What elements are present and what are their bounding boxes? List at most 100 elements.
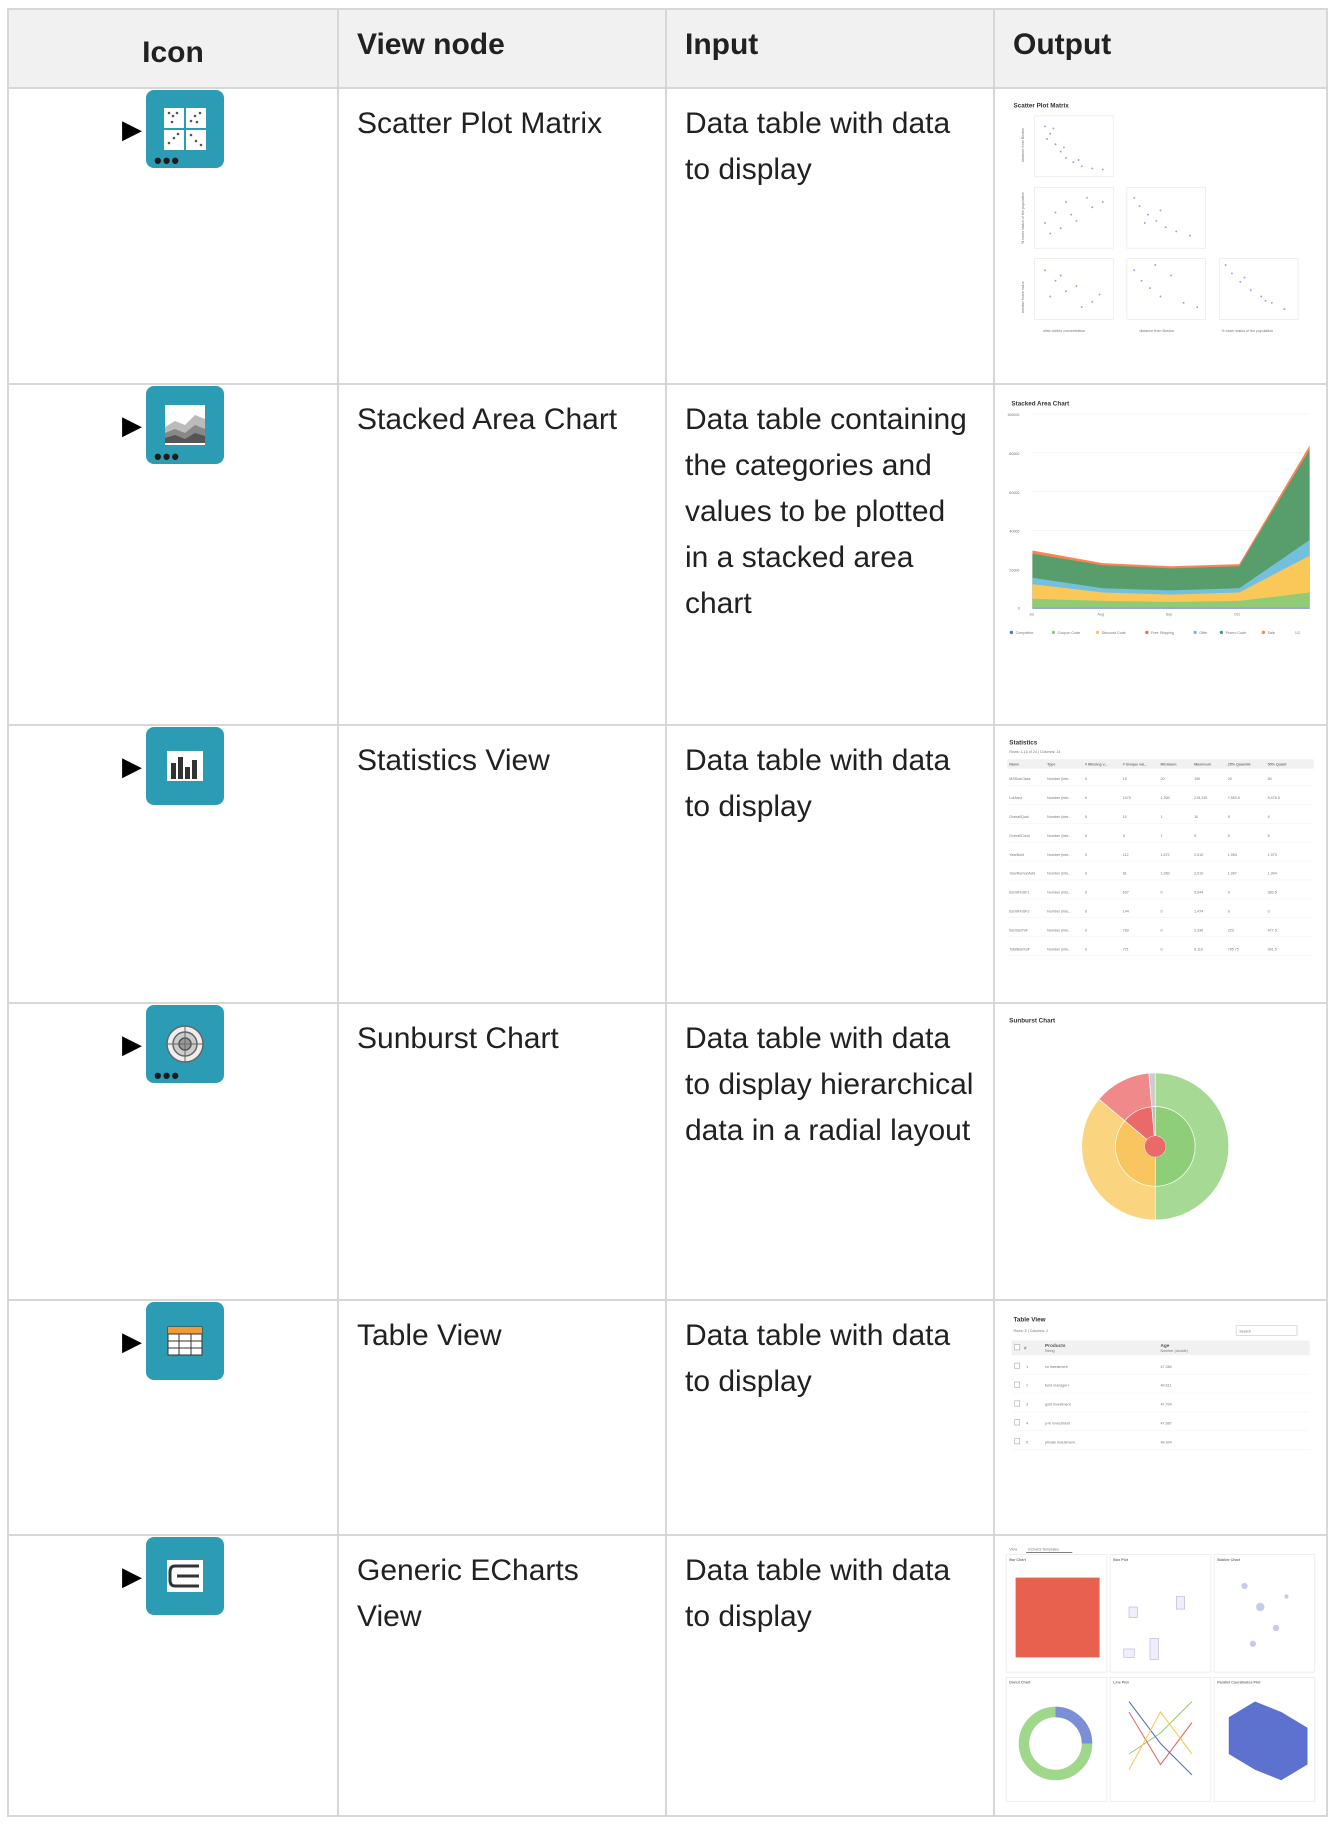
stats-cell: 20	[1161, 777, 1165, 781]
stacked-area-thumbnail: Stacked Area Chart 100000 80000 60000 40…	[1003, 393, 1318, 645]
thumb-subtitle: Rows: 1-10 of 24 | Columns: 14	[1009, 750, 1060, 754]
stats-column-header[interactable]: # Missing v...	[1085, 763, 1108, 767]
header-icon: Icon	[7, 8, 339, 89]
stats-cell: 991.5	[1268, 947, 1277, 951]
products-cell: p+b investment	[1045, 1422, 1070, 1426]
stats-cell: 0	[1085, 891, 1087, 895]
thumb-x-label: distance from Boston	[1140, 329, 1174, 333]
row-index: 4	[1026, 1422, 1028, 1426]
output-cell: Sunburst Chart	[993, 1002, 1328, 1301]
tab-view[interactable]: View	[1009, 1547, 1017, 1551]
thumb-y-label: % lower status of the population	[1021, 192, 1025, 244]
table-icon[interactable]	[146, 1302, 224, 1380]
play-arrow-icon: ▶	[122, 1561, 142, 1591]
stats-cell: 1,994	[1268, 872, 1277, 876]
stats-cell: 223	[1228, 928, 1234, 932]
stats-cell: 477.5	[1268, 928, 1277, 932]
statistics-icon[interactable]	[146, 727, 224, 805]
stats-cell: 0	[1085, 834, 1087, 838]
icon-cell: ▶	[7, 1534, 339, 1817]
thumb-y-label: distance from Boston	[1021, 128, 1025, 162]
stats-column-header[interactable]: 25% Quantile	[1228, 763, 1251, 767]
products-cell: fund manager+	[1045, 1384, 1070, 1388]
stats-cell: 1,967	[1228, 872, 1237, 876]
column-type: String	[1045, 1349, 1055, 1353]
stats-cell: 144	[1123, 910, 1129, 914]
stacked-area-icon[interactable]: •••	[146, 386, 224, 468]
stats-cell: 1,950	[1161, 872, 1170, 876]
legend-item: Free Shipping	[1151, 631, 1174, 635]
stats-cell: 0	[1085, 853, 1087, 857]
stats-column-header[interactable]: 50% Quant	[1268, 763, 1288, 767]
header-output: Output	[993, 8, 1328, 89]
legend-item: Discount Code	[1102, 631, 1126, 635]
stats-cell: Number (inte...	[1047, 872, 1071, 876]
stats-cell: 20	[1228, 777, 1232, 781]
products-cell: gold investment	[1045, 1403, 1071, 1407]
stats-column-header[interactable]: Type	[1047, 763, 1055, 767]
stats-cell: 637	[1123, 891, 1129, 895]
row-index-header: #	[1024, 1345, 1027, 1351]
sunburst-center[interactable]	[1144, 1135, 1166, 1157]
stats-cell: BsmtUnfSF	[1009, 928, 1028, 932]
stats-cell: 10	[1194, 815, 1198, 819]
scatter-matrix-icon[interactable]: •••	[146, 90, 224, 173]
stats-cell: 1	[1161, 815, 1163, 819]
panel-title: Line Plot	[1113, 1681, 1129, 1685]
legend-item: Competitor	[1016, 631, 1035, 635]
stats-cell: 1,474	[1194, 910, 1203, 914]
stats-cell: 780	[1123, 928, 1129, 932]
icon-cell: ▶ •••	[7, 383, 339, 726]
header-input: Input	[665, 8, 995, 89]
stats-column-header[interactable]: # Unique val...	[1123, 763, 1148, 767]
stats-cell: 0	[1161, 928, 1163, 932]
search-input[interactable]: Search	[1239, 1330, 1251, 1334]
stats-cell: 0	[1161, 891, 1163, 895]
table-row: ▶ Generic ECharts View Data table with d…	[7, 1534, 1328, 1817]
table-row: ▶ ••• Stacked Area Chart Data table cont…	[7, 383, 1328, 726]
input-description: Data table with data to display	[665, 87, 995, 385]
sunburst-icon[interactable]: •••	[146, 1005, 224, 1087]
icon-cell: ▶ •••	[7, 1002, 339, 1301]
input-description: Data table with data to display	[665, 1534, 995, 1817]
x-tick: Aug	[1098, 613, 1105, 617]
row-checkbox[interactable]	[1014, 1438, 1021, 1445]
dots-icon: •••	[154, 148, 181, 173]
stats-cell: OverallQual	[1009, 815, 1028, 819]
age-cell: 47.687	[1161, 1422, 1172, 1426]
stats-cell: Number (inte...	[1047, 891, 1071, 895]
y-tick: 0	[1018, 606, 1020, 610]
products-cell: co investment	[1045, 1365, 1068, 1369]
column-header[interactable]: Age	[1161, 1343, 1170, 1349]
stats-cell: 6,110	[1194, 947, 1203, 951]
tab-echarts-templates[interactable]: ECharts Templates	[1028, 1547, 1059, 1551]
output-cell: Scatter Plot Matrix distance from Boston…	[993, 87, 1328, 385]
products-cell: private investment	[1045, 1440, 1075, 1444]
legend-pager[interactable]: 1/2	[1295, 631, 1300, 635]
row-checkbox[interactable]	[1014, 1381, 1021, 1388]
thumb-x-label: % lower status of the population	[1221, 329, 1273, 333]
stats-cell: 1,300	[1161, 796, 1170, 800]
echarts-icon[interactable]	[146, 1537, 224, 1615]
stats-column-header[interactable]: Maximum	[1194, 763, 1212, 767]
play-arrow-icon: ▶	[122, 114, 142, 144]
stats-cell: 9	[1123, 834, 1125, 838]
thumb-subtitle: Rows: 5 | Columns: 2	[1014, 1329, 1049, 1333]
stats-column-header[interactable]: Name	[1009, 763, 1019, 767]
row-checkbox[interactable]	[1014, 1419, 1021, 1426]
view-node-name: Table View	[337, 1299, 667, 1536]
stats-column-header[interactable]: Minimum	[1161, 763, 1178, 767]
play-arrow-icon: ▶	[122, 751, 142, 781]
table-row: ▶ ••• Sunburst Chart Data table with dat…	[7, 1002, 1328, 1301]
y-tick: 60000	[1009, 491, 1019, 495]
x-tick: Sep	[1166, 613, 1173, 617]
row-checkbox[interactable]	[1014, 1400, 1021, 1407]
column-header[interactable]: Products	[1045, 1343, 1066, 1349]
stats-cell: 0	[1085, 947, 1087, 951]
stats-cell: TotalBsmtSF	[1009, 947, 1030, 951]
panel-title: Bar Chart	[1009, 1558, 1026, 1562]
view-node-name: Generic ECharts View	[337, 1534, 667, 1817]
row-checkbox[interactable]	[1014, 1362, 1021, 1369]
age-cell: 48.924	[1161, 1440, 1172, 1444]
stats-cell: 5	[1268, 834, 1270, 838]
